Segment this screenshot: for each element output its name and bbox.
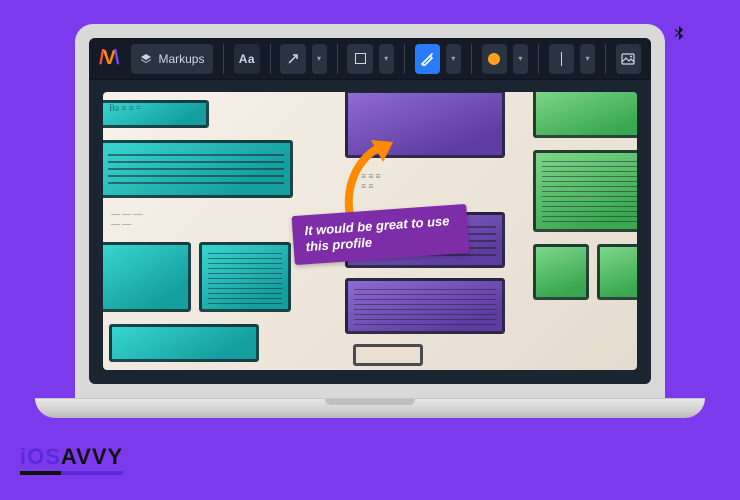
line-weight-button[interactable] — [549, 44, 574, 74]
brand-part-avvy: AVVY — [61, 444, 123, 475]
toolbar: /V\ Markups Aa — [89, 38, 651, 80]
toolbar-separator — [538, 44, 539, 74]
sketch-scribble: Ba ≡ ≡ = — [109, 104, 141, 114]
toolbar-separator — [605, 44, 606, 74]
bluetooth-icon — [674, 26, 684, 43]
shape-tool-dropdown[interactable]: ▾ — [379, 44, 394, 74]
fill-color-dropdown[interactable]: ▾ — [513, 44, 528, 74]
wireframe-block — [103, 140, 293, 198]
markups-label: Markups — [158, 52, 204, 66]
shape-tool-button[interactable] — [347, 44, 372, 74]
sketch-scribble: — — — — — — [111, 210, 143, 230]
image-tool-button[interactable] — [616, 44, 641, 74]
wireframe-block — [103, 242, 191, 312]
wireframe-block — [199, 242, 291, 312]
pen-tool-button[interactable] — [415, 44, 440, 74]
annotation-arrow[interactable] — [333, 134, 403, 204]
arrow-icon — [287, 53, 299, 65]
chevron-down-icon: ▾ — [585, 54, 589, 63]
square-icon — [355, 53, 366, 64]
canvas[interactable]: Ba ≡ ≡ = — — — — — ≡ ≡ ≡ ≡ ≡ — [103, 92, 637, 370]
brand-watermark: iOSAVVY — [20, 444, 123, 470]
app-logo: /V\ — [99, 47, 117, 70]
line-weight-icon — [561, 52, 563, 66]
wireframe-block — [533, 92, 637, 138]
fill-color-button[interactable] — [482, 44, 507, 74]
app-window: /V\ Markups Aa — [89, 38, 651, 384]
pen-tool-dropdown[interactable]: ▾ — [446, 44, 461, 74]
toolbar-separator — [270, 44, 271, 74]
markups-button[interactable]: Markups — [131, 44, 213, 74]
wireframe-block — [109, 324, 259, 362]
image-icon — [621, 53, 635, 65]
arrow-tool-button[interactable] — [280, 44, 305, 74]
arrow-tool-dropdown[interactable]: ▾ — [312, 44, 327, 74]
wireframe-block — [353, 344, 423, 366]
laptop-base — [35, 398, 705, 418]
toolbar-separator — [337, 44, 338, 74]
text-tool-button[interactable]: Aa — [234, 44, 259, 74]
chevron-down-icon: ▾ — [384, 54, 388, 63]
wireframe-block — [533, 150, 637, 232]
toolbar-separator — [404, 44, 405, 74]
color-swatch-icon — [488, 53, 500, 65]
chevron-down-icon: ▾ — [317, 54, 321, 63]
layers-icon — [140, 53, 152, 65]
screen-bezel: /V\ Markups Aa — [75, 24, 665, 398]
wireframe-block — [533, 244, 589, 300]
annotation-note-text: It would be great to use this profile — [304, 213, 450, 254]
wireframe-block — [597, 244, 637, 300]
brand-part-ios: iOS — [20, 444, 61, 475]
chevron-down-icon: ▾ — [451, 54, 455, 63]
pen-icon — [420, 52, 434, 66]
toolbar-separator — [471, 44, 472, 74]
wireframe-block — [345, 278, 505, 334]
text-tool-label: Aa — [239, 52, 255, 66]
laptop-mockup: /V\ Markups Aa — [65, 24, 675, 418]
chevron-down-icon: ▾ — [518, 54, 522, 63]
line-weight-dropdown[interactable]: ▾ — [580, 44, 595, 74]
toolbar-separator — [223, 44, 224, 74]
